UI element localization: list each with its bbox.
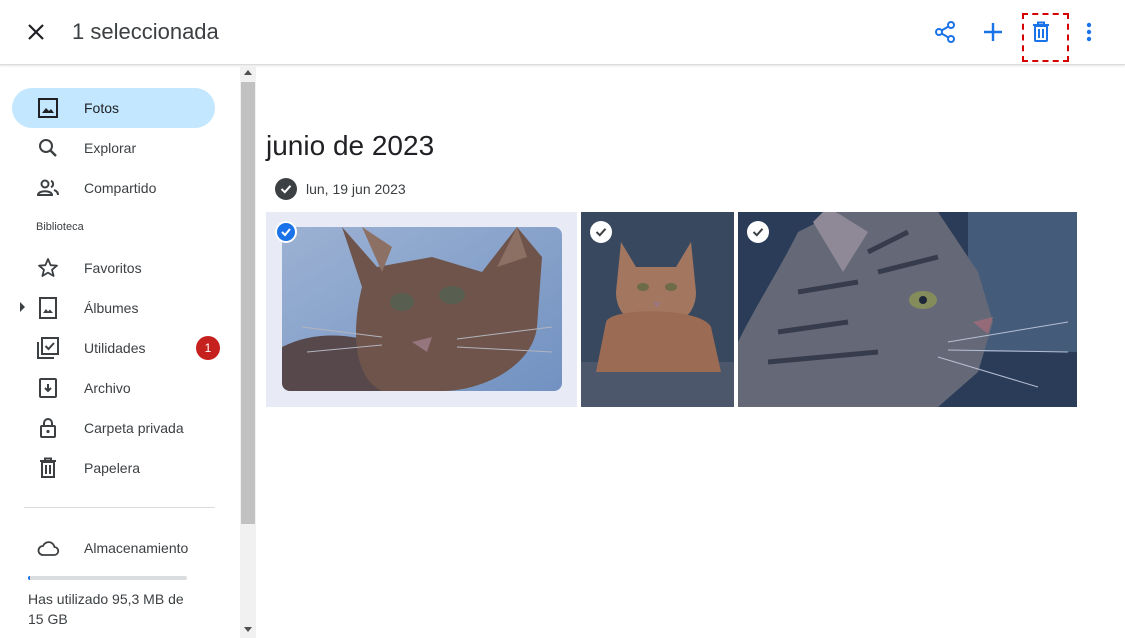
storage-progress-bar <box>28 576 187 580</box>
sidebar-divider <box>24 507 215 508</box>
delete-highlight-box <box>1022 13 1069 62</box>
lock-icon <box>36 416 60 440</box>
month-heading: junio de 2023 <box>266 130 435 161</box>
sidebar-item-label: Compartido <box>84 180 157 196</box>
sidebar-item-label: Archivo <box>84 380 131 396</box>
sidebar-item-label: Explorar <box>84 140 137 156</box>
sidebar-item-explorar[interactable]: Explorar <box>12 128 215 168</box>
photo-select-checkbox[interactable] <box>747 221 769 243</box>
sidebar-item-favoritos[interactable]: Favoritos <box>12 248 215 288</box>
trash-icon <box>36 456 60 480</box>
sidebar-item-label: Álbumes <box>84 300 139 316</box>
sidebar-item-fotos[interactable]: Fotos <box>12 88 215 128</box>
select-day-checkbox[interactable] <box>275 178 297 200</box>
star-icon <box>36 256 60 280</box>
photo-tint-overlay <box>282 227 562 391</box>
date-group-header: lun, 19 jun 2023 <box>275 177 406 201</box>
storage-progress-fill <box>28 576 30 580</box>
storage-usage-text: Has utilizado 95,3 MB de 15 GB <box>28 591 184 627</box>
search-icon <box>36 136 60 160</box>
sidebar-item-albumes[interactable]: Álbumes <box>12 288 215 328</box>
scroll-down-icon[interactable] <box>244 627 252 632</box>
sidebar-item-label: Almacenamiento <box>84 540 189 556</box>
sidebar-item-papelera[interactable]: Papelera <box>12 448 215 488</box>
people-icon <box>36 176 60 200</box>
photo-thumbnail[interactable] <box>738 212 1077 407</box>
sidebar-item-label: Fotos <box>84 100 120 116</box>
sidebar-item-utilidades[interactable]: Utilidades <box>12 328 215 368</box>
scroll-up-icon[interactable] <box>244 70 252 75</box>
photo-select-checkbox[interactable] <box>590 221 612 243</box>
sidebar-item-label: Favoritos <box>84 260 142 276</box>
sidebar-item-label: Papelera <box>84 460 141 476</box>
archive-icon <box>36 376 60 400</box>
photo-tint-overlay <box>738 212 1077 407</box>
photo-thumbnail[interactable] <box>282 227 562 391</box>
notification-badge: 1 <box>196 336 220 360</box>
sidebar-item-compartido[interactable]: Compartido <box>12 168 215 208</box>
sidebar-scrollbar[interactable] <box>240 66 256 638</box>
close-icon[interactable] <box>22 18 50 46</box>
photo-icon <box>36 96 60 120</box>
album-icon <box>36 296 60 320</box>
photo-selected-checkbox[interactable] <box>275 221 297 243</box>
sidebar-item-carpeta-privada[interactable]: Carpeta privada <box>12 408 215 448</box>
sidebar-item-archivo[interactable]: Archivo <box>12 368 215 408</box>
sidebar-item-almacenamiento[interactable]: Almacenamiento <box>12 528 215 568</box>
cloud-icon <box>36 536 60 560</box>
more-vert-icon[interactable] <box>1073 16 1105 48</box>
selection-count: 1 seleccionada <box>72 19 219 44</box>
top-bar: 1 seleccionada <box>0 0 1125 65</box>
scroll-thumb[interactable] <box>241 82 255 524</box>
utilities-icon <box>36 336 60 360</box>
sidebar-item-label: Carpeta privada <box>84 420 184 436</box>
date-label: lun, 19 jun 2023 <box>306 181 406 197</box>
plus-icon[interactable] <box>977 16 1009 48</box>
library-section-label: Biblioteca <box>36 221 84 233</box>
sidebar-item-label: Utilidades <box>84 340 146 356</box>
share-icon[interactable] <box>929 16 961 48</box>
